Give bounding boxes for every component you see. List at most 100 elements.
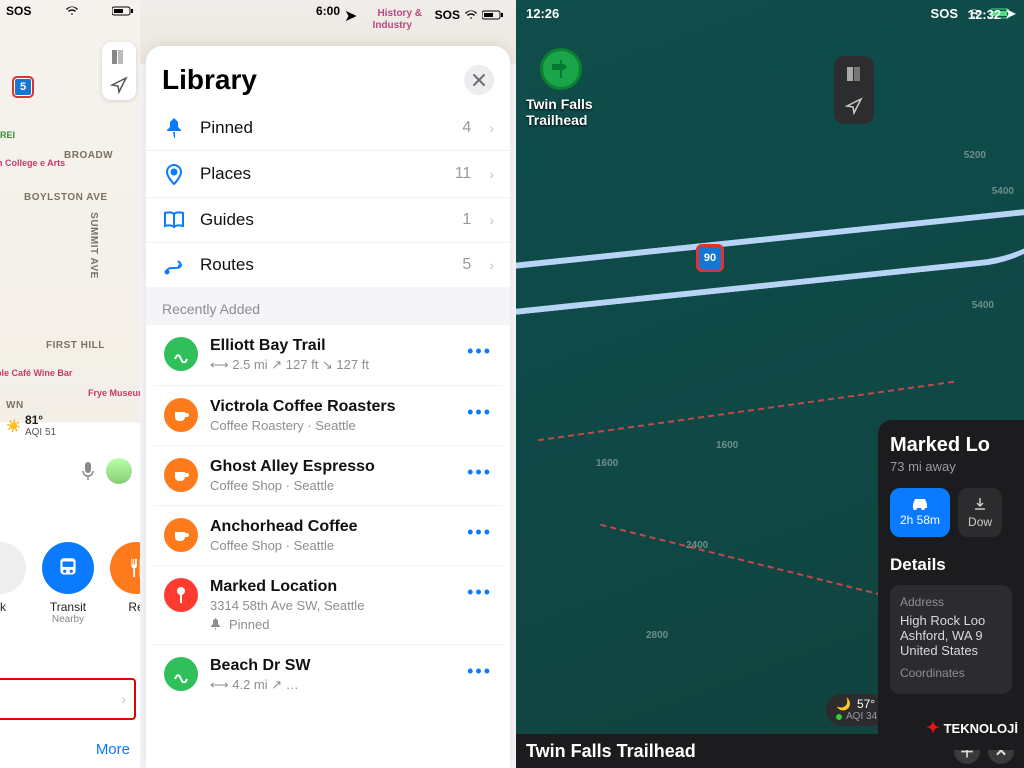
more-button[interactable]: •••	[467, 578, 492, 603]
search-sheet[interactable]: ck Transit Nearby Re es ›	[0, 448, 140, 768]
avatar[interactable]	[106, 458, 132, 484]
contour-label: 5400	[992, 186, 1014, 197]
poi-label: Industry	[373, 20, 412, 31]
close-button[interactable]	[464, 65, 494, 95]
transit-icon	[55, 555, 81, 581]
place-distance: 73 mi away	[890, 459, 1012, 474]
list-item[interactable]: Anchorhead Coffee Coffee Shop · Seattle …	[154, 506, 502, 566]
coords-label: Coordinates	[900, 666, 1002, 680]
battery-icon	[482, 10, 504, 20]
trailhead-pin[interactable]	[540, 48, 582, 90]
category-item[interactable]: Re	[110, 542, 140, 625]
chevron-right-icon: ›	[489, 120, 494, 136]
weather-chip[interactable]: ☀️ 81° AQI 51	[6, 413, 56, 438]
status-sos: SOS	[931, 6, 958, 21]
moon-icon: 🌙	[836, 698, 851, 711]
sun-icon: ☀️	[6, 419, 21, 433]
recently-added-list: Elliott Bay Trail ⟷ 2.5 mi ↗ 127 ft ↘ 12…	[154, 325, 502, 705]
screenshot-panel-2: 6:00 ➤ History & Industry SOS Library	[140, 0, 516, 768]
list-item[interactable]: Ghost Alley Espresso Coffee Shop · Seatt…	[154, 446, 502, 506]
close-icon	[472, 73, 486, 87]
neighborhood-label: WN	[6, 400, 24, 411]
road-label: BROADW	[64, 150, 113, 161]
signpost-icon	[550, 58, 572, 80]
more-button[interactable]: •••	[467, 398, 492, 423]
map-mode-icon[interactable]	[110, 48, 128, 66]
status-bar: SOS	[0, 0, 140, 22]
route-icon	[162, 255, 186, 275]
wifi-icon	[65, 6, 79, 16]
category-row[interactable]: ck Transit Nearby Re	[0, 494, 140, 635]
place-details-card[interactable]: Marked Lo 73 mi away 2h 58m Dow Details …	[878, 420, 1024, 750]
more-button[interactable]: •••	[467, 458, 492, 483]
location-arrow-icon: ➤	[1005, 6, 1016, 22]
battery-icon	[112, 6, 134, 16]
guide-icon	[162, 211, 186, 229]
address-label: Address	[900, 595, 1002, 609]
directions-button[interactable]: 2h 58m	[890, 488, 950, 537]
library-sheet[interactable]: Library Pinned 4 › Places 11	[146, 46, 510, 768]
download-icon	[972, 496, 988, 512]
pin-label: Twin Falls Trailhead	[526, 96, 606, 128]
logo-icon: ✦	[926, 718, 939, 738]
contour-label: 2800	[646, 630, 668, 641]
more-button[interactable]: •••	[467, 337, 492, 362]
details-heading: Details	[890, 555, 1012, 575]
contour-label: 1600	[716, 440, 738, 451]
interstate-shield-90: 90	[696, 244, 724, 272]
mic-icon[interactable]	[80, 461, 96, 481]
library-row-guides[interactable]: Guides 1 ›	[146, 198, 510, 243]
library-row-pinned[interactable]: Pinned 4 ›	[146, 106, 510, 151]
list-item[interactable]: Elliott Bay Trail ⟷ 2.5 mi ↗ 127 ft ↘ 12…	[154, 325, 502, 386]
library-row-routes[interactable]: Routes 5 ›	[146, 243, 510, 287]
chevron-right-icon: ›	[121, 691, 126, 707]
category-item[interactable]: ck	[0, 542, 26, 625]
contour-label: 5400	[972, 300, 994, 311]
list-item[interactable]: Victrola Coffee Roasters Coffee Roastery…	[154, 386, 502, 446]
road-label: SUMMIT AVE	[88, 212, 99, 279]
neighborhood-label: FIRST HILL	[46, 340, 105, 351]
more-button[interactable]: •••	[467, 657, 492, 682]
place-icon	[162, 163, 186, 185]
screenshot-panel-1: SOS 5 BROADW BOYLSTON AVE SUMMIT AVE FIR…	[0, 0, 140, 768]
trail-icon	[164, 337, 198, 371]
status-time: 12:26	[526, 6, 559, 21]
weather-aqi: AQI 34	[846, 711, 877, 722]
coffee-icon	[164, 458, 198, 492]
chevron-right-icon: ›	[489, 212, 494, 228]
wifi-icon	[464, 10, 478, 20]
bottom-title: Twin Falls Trailhead	[526, 741, 696, 762]
section-header: Recently Added	[146, 287, 510, 325]
address-line: Ashford, WA 9	[900, 628, 1002, 643]
watermark: ✦ TEKNOLOJİ	[926, 718, 1018, 738]
list-item[interactable]: Marked Location 3314 58th Ave SW, Seattl…	[154, 566, 502, 645]
coffee-icon	[164, 518, 198, 552]
library-row-places[interactable]: Places 11 ›	[146, 151, 510, 198]
more-button[interactable]: •••	[467, 518, 492, 543]
status-time: 6:00	[316, 4, 340, 18]
address-line: High Rock Loo	[900, 613, 1002, 628]
locate-icon[interactable]	[844, 96, 864, 116]
highlighted-row[interactable]: es ›	[0, 678, 136, 720]
sheet-title: Library	[162, 64, 257, 96]
map-controls	[102, 42, 136, 100]
drive-time: 2h 58m	[900, 513, 940, 527]
status-sos: SOS	[435, 8, 460, 22]
pin-icon	[162, 118, 186, 138]
status-time-right: 12:32 ➤	[968, 6, 1016, 22]
trail-path	[600, 524, 892, 599]
download-button[interactable]: Dow	[958, 488, 1002, 537]
category-transit[interactable]: Transit Nearby	[42, 542, 94, 625]
list-item[interactable]: Beach Dr SW ⟷ 4.2 mi ↗ … •••	[154, 645, 502, 705]
map-mode-icon[interactable]	[844, 64, 864, 84]
address-card: Address High Rock Loo Ashford, WA 9 Unit…	[890, 585, 1012, 694]
locate-icon[interactable]	[110, 76, 128, 94]
more-link[interactable]: More	[96, 741, 130, 758]
address-line: United States	[900, 643, 1002, 658]
poi-label: History &	[378, 8, 422, 19]
weather-aqi: AQI 51	[25, 427, 56, 438]
poi-label: ble Café Wine Bar	[0, 368, 72, 378]
screenshot-panel-3: 12:26 SOS 12:32 ➤ Twin Falls Trailhead 9…	[516, 0, 1024, 768]
contour-label: 5200	[964, 150, 986, 161]
marker-icon	[164, 578, 198, 612]
